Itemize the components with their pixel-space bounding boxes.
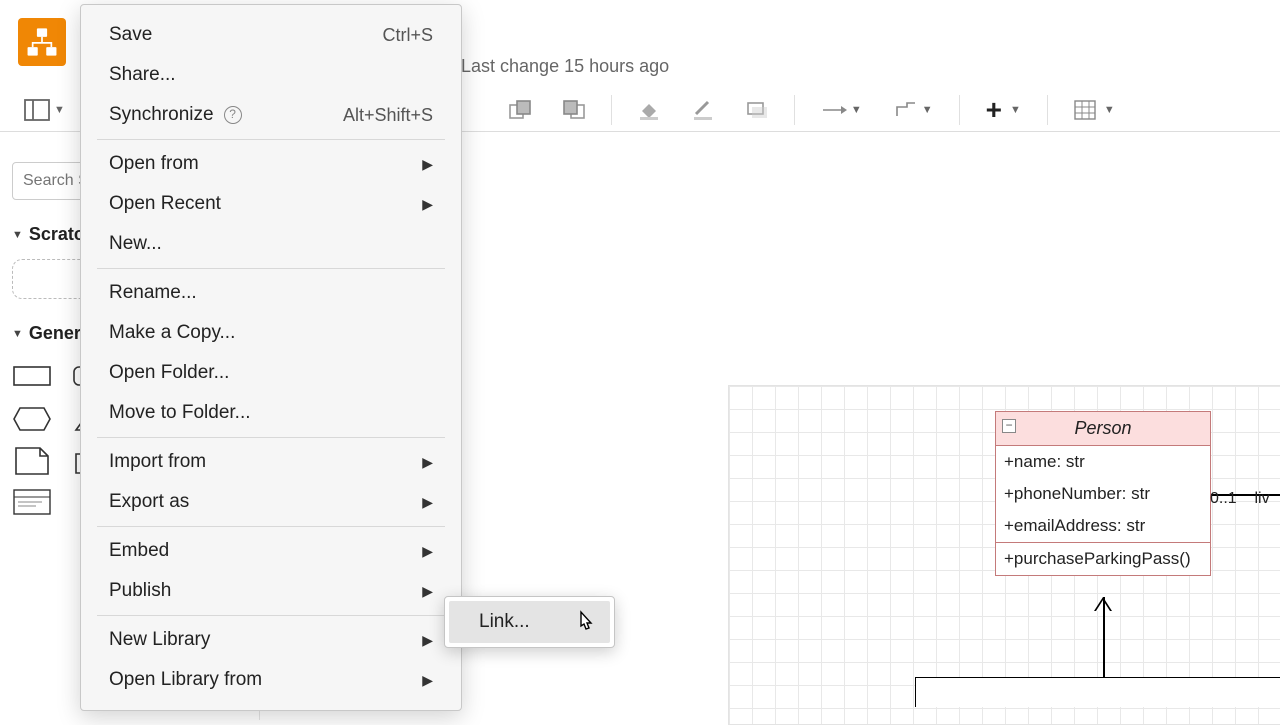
collapse-icon[interactable]: − [1002, 419, 1016, 433]
menu-item-open-from[interactable]: Open from ▶ [81, 144, 461, 184]
menu-item-label: Publish [109, 580, 171, 602]
menu-item-new-library[interactable]: New Library ▶ [81, 620, 461, 660]
menu-item-new[interactable]: New... [81, 224, 461, 264]
op-row[interactable]: +purchaseParkingPass() [996, 543, 1210, 575]
menu-item-label: Open Recent [109, 193, 221, 215]
menu-item-label: Save [109, 24, 152, 46]
to-back-button[interactable] [557, 96, 591, 124]
menu-item-move-to-folder[interactable]: Move to Folder... [81, 393, 461, 433]
menu-item-label: Rename... [109, 282, 197, 304]
menu-item-export-as[interactable]: Export as ▶ [81, 482, 461, 522]
menu-item-publish[interactable]: Publish ▶ [81, 571, 461, 611]
menu-separator [97, 268, 445, 269]
menu-item-label: Share... [109, 64, 176, 86]
menu-shortcut: Ctrl+S [382, 25, 433, 46]
fill-color-button[interactable] [632, 95, 666, 125]
shadow-button[interactable] [740, 97, 774, 123]
to-front-button[interactable] [503, 96, 537, 124]
submenu-arrow-icon: ▶ [422, 196, 433, 213]
menu-item-label: Synchronize [109, 104, 214, 126]
uml-subclass-box[interactable] [915, 677, 1280, 707]
menu-separator [97, 526, 445, 527]
menu-item-embed[interactable]: Embed ▶ [81, 531, 461, 571]
menu-item-label: New... [109, 233, 162, 255]
submenu-arrow-icon: ▶ [422, 672, 433, 689]
last-change-label: Last change 15 hours ago [461, 56, 669, 77]
attr-row[interactable]: +phoneNumber: str [996, 478, 1210, 510]
waypoint-style-button[interactable]: ▼ [888, 97, 939, 123]
view-mode-button[interactable]: ▼ [18, 95, 71, 125]
menu-item-open-recent[interactable]: Open Recent ▶ [81, 184, 461, 224]
file-menu: Save Ctrl+S Share... Synchronize? Alt+Shift+… [80, 4, 462, 711]
submenu-arrow-icon: ▶ [422, 543, 433, 560]
menu-item-synchronize[interactable]: Synchronize? Alt+Shift+S [81, 95, 461, 135]
connection-type-button[interactable]: ▼ [815, 100, 868, 120]
submenu-arrow-icon: ▶ [422, 156, 433, 173]
submenu-arrow-icon: ▶ [422, 632, 433, 649]
menu-item-label: Move to Folder... [109, 402, 251, 424]
menu-separator [97, 437, 445, 438]
shape-rect[interactable] [12, 362, 52, 392]
class-name: Person [1074, 418, 1131, 438]
menu-item-label: New Library [109, 629, 210, 651]
publish-submenu: Link... [444, 596, 615, 648]
shape-list[interactable] [12, 488, 52, 518]
menu-item-label: Open Folder... [109, 362, 229, 384]
chevron-down-icon: ▼ [54, 104, 65, 116]
app-logo[interactable] [18, 18, 66, 66]
shape-hexagon[interactable] [12, 404, 52, 434]
submenu-arrow-icon: ▶ [422, 583, 433, 600]
menu-item-label: Make a Copy... [109, 322, 235, 344]
menu-shortcut: Alt+Shift+S [343, 105, 433, 126]
submenu-arrow-icon: ▶ [422, 494, 433, 511]
line-color-button[interactable] [686, 95, 720, 125]
menu-item-label: Export as [109, 491, 189, 513]
chevron-down-icon: ▼ [12, 229, 23, 241]
table-button[interactable]: ▼ [1068, 96, 1121, 124]
menu-separator [97, 139, 445, 140]
attr-row[interactable]: +name: str [996, 446, 1210, 478]
menu-item-open-library-from[interactable]: Open Library from ▶ [81, 660, 461, 700]
shape-note[interactable] [12, 446, 52, 476]
submenu-arrow-icon: ▶ [422, 454, 433, 471]
insert-button[interactable]: +▼ [980, 90, 1027, 130]
menu-item-label: Open Library from [109, 669, 262, 691]
menu-item-label: Open from [109, 153, 199, 175]
help-icon[interactable]: ? [224, 106, 242, 124]
menu-separator [97, 615, 445, 616]
menu-item-label: Embed [109, 540, 169, 562]
chevron-down-icon: ▼ [12, 328, 23, 340]
menu-item-share[interactable]: Share... [81, 55, 461, 95]
attr-row[interactable]: +emailAddress: str [996, 510, 1210, 542]
menu-item-import-from[interactable]: Import from ▶ [81, 442, 461, 482]
menu-item-save[interactable]: Save Ctrl+S [81, 15, 461, 55]
menu-item-label: Import from [109, 451, 206, 473]
generalization-line[interactable] [1103, 597, 1105, 677]
menu-item-open-folder[interactable]: Open Folder... [81, 353, 461, 393]
association-multiplicity: 0..1 liv [1210, 490, 1270, 508]
uml-class-person[interactable]: − Person +name: str +phoneNumber: str +e… [995, 411, 1211, 576]
publish-link-item[interactable]: Link... [449, 601, 610, 643]
menu-item-make-a-copy[interactable]: Make a Copy... [81, 313, 461, 353]
menu-item-rename[interactable]: Rename... [81, 273, 461, 313]
